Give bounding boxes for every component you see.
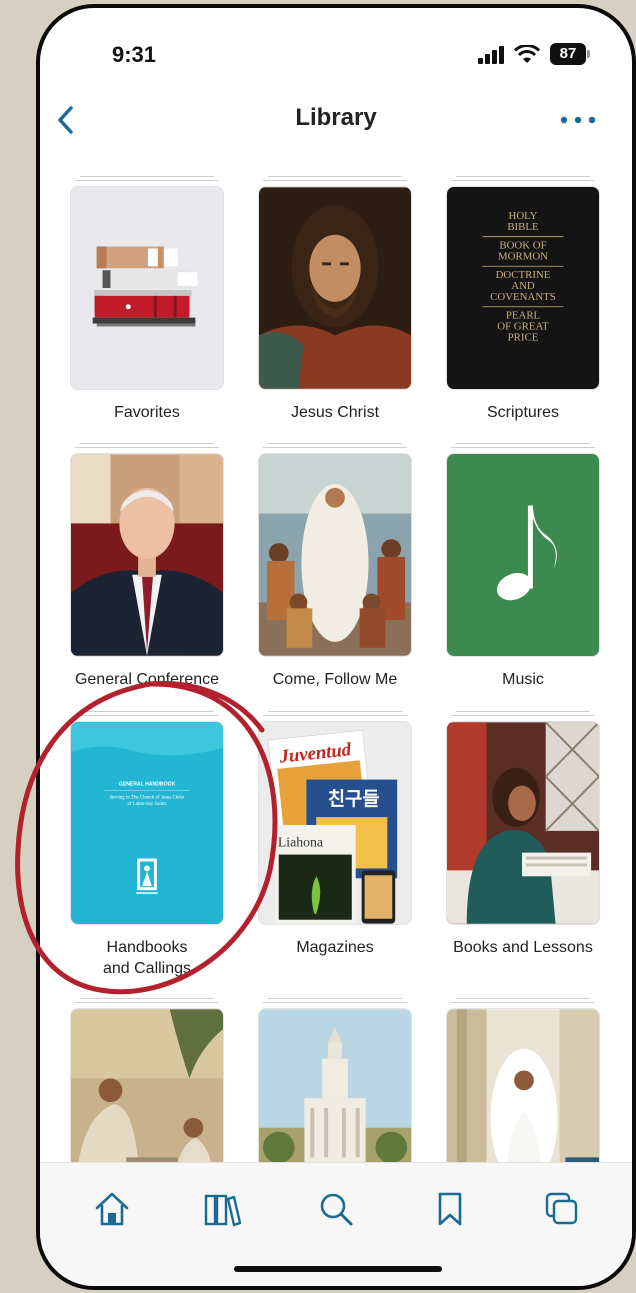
- stack-line: [451, 715, 595, 716]
- wifi-icon: [514, 45, 540, 63]
- books-and-lessons-cover: [446, 721, 600, 925]
- tile-label: Favorites: [114, 404, 180, 421]
- library-tile-magazines[interactable]: Juventud 친구들 Liahona Magazines: [258, 711, 412, 973]
- library-tile-handbooks-and-callings[interactable]: GENERAL HANDBOOK Serving in The Church o…: [70, 711, 224, 977]
- library-tile-favorites[interactable]: Favorites: [70, 176, 224, 438]
- magazine-title: 친구들: [328, 788, 380, 810]
- status-bar: 9:31 87: [40, 8, 632, 84]
- tile-label: Magazines: [296, 939, 374, 956]
- cover-line: MORMON: [498, 250, 548, 262]
- cellular-signal-icon: [478, 46, 504, 64]
- jesus-christ-cover: [258, 186, 412, 390]
- tile-label: Come, Follow Me: [272, 671, 398, 688]
- stack-line: [451, 1002, 595, 1003]
- home-indicator: [234, 1266, 442, 1272]
- scriptures-cover: HOLY BIBLE BOOK OF MORMON DOCTRINE AND C…: [446, 186, 600, 390]
- screens-icon[interactable]: [542, 1189, 582, 1229]
- stack-line: [268, 443, 402, 444]
- tile-label: Scriptures: [486, 404, 560, 421]
- portrait-image: [71, 454, 223, 656]
- tile-label: Music: [502, 671, 544, 688]
- handbook-cover: GENERAL HANDBOOK Serving in The Church o…: [70, 721, 224, 925]
- books-stack-icon: [92, 246, 198, 327]
- cover-line: COVENANTS: [490, 291, 556, 303]
- library-icon[interactable]: [202, 1189, 242, 1229]
- search-icon[interactable]: [316, 1189, 356, 1229]
- tile-label: General Conference: [74, 671, 220, 688]
- nav-bar: Library: [40, 94, 632, 144]
- magazines-cover: Juventud 친구들 Liahona: [258, 721, 412, 925]
- battery-tip: [587, 50, 590, 58]
- come-follow-me-cover: [258, 453, 412, 657]
- music-note-icon: [496, 505, 557, 601]
- stack-line: [456, 443, 590, 444]
- favorites-cover: [70, 186, 224, 390]
- library-tile-come-follow-me[interactable]: Come, Follow Me: [258, 443, 412, 705]
- reader-image: [447, 722, 599, 924]
- magazine-title: Liahona: [278, 835, 323, 850]
- portrait-image: [259, 187, 411, 389]
- stack-line: [451, 180, 595, 181]
- scriptures-cover-text: HOLY BIBLE BOOK OF MORMON DOCTRINE AND C…: [482, 210, 564, 343]
- battery-indicator: 87: [550, 43, 586, 65]
- painting-image: [259, 454, 411, 656]
- cover-line: BIBLE: [507, 221, 539, 233]
- stack-line: [263, 180, 407, 181]
- stack-line: [75, 1002, 219, 1003]
- app-screen: 9:31 87 Library Favorites Jesus Christ H…: [40, 8, 632, 1286]
- tile-label: Books and Lessons: [453, 939, 593, 956]
- cover-line: PRICE: [508, 331, 539, 343]
- cover-subtitle: of Latter-day Saints: [128, 802, 167, 807]
- cover-title: GENERAL HANDBOOK: [119, 781, 176, 787]
- stack-line: [456, 711, 590, 712]
- library-tile-music[interactable]: Music: [446, 443, 600, 705]
- cover-subtitle: Serving in The Church of Jesus Christ: [109, 795, 185, 800]
- handbook-cover-art: GENERAL HANDBOOK Serving in The Church o…: [71, 722, 223, 895]
- stack-line: [75, 180, 219, 181]
- tile-label: Handbooks and Callings: [102, 939, 192, 977]
- page-title: Library: [295, 104, 377, 131]
- home-icon[interactable]: [92, 1189, 132, 1229]
- library-tile-general-conference[interactable]: General Conference: [70, 443, 224, 705]
- stack-line: [80, 711, 214, 712]
- stack-line: [268, 176, 402, 177]
- stack-line: [75, 447, 219, 448]
- status-time: 9:31: [112, 42, 157, 67]
- tile-label: Jesus Christ: [290, 404, 380, 421]
- stack-line: [456, 998, 590, 999]
- stack-line: [80, 176, 214, 177]
- stack-line: [263, 715, 407, 716]
- library-tile-books-and-lessons[interactable]: Books and Lessons: [446, 711, 600, 973]
- stack-line: [456, 176, 590, 177]
- more-options-icon[interactable]: [558, 110, 598, 130]
- stack-line: [80, 443, 214, 444]
- stack-line: [268, 711, 402, 712]
- library-tile-scriptures[interactable]: HOLY BIBLE BOOK OF MORMON DOCTRINE AND C…: [446, 176, 600, 438]
- stack-line: [268, 998, 402, 999]
- tab-bar: [40, 1162, 632, 1286]
- bookmark-icon[interactable]: [430, 1189, 470, 1229]
- stack-line: [75, 715, 219, 716]
- library-tile-jesus-christ[interactable]: Jesus Christ: [258, 176, 412, 438]
- stack-line: [451, 447, 595, 448]
- phone-frame: 9:31 87 Library Favorites Jesus Christ H…: [36, 4, 636, 1290]
- stack-line: [263, 1002, 407, 1003]
- magazines-collage: Juventud 친구들 Liahona: [267, 729, 398, 924]
- music-cover: [446, 453, 600, 657]
- general-conference-cover: [70, 453, 224, 657]
- stack-line: [263, 447, 407, 448]
- stack-line: [80, 998, 214, 999]
